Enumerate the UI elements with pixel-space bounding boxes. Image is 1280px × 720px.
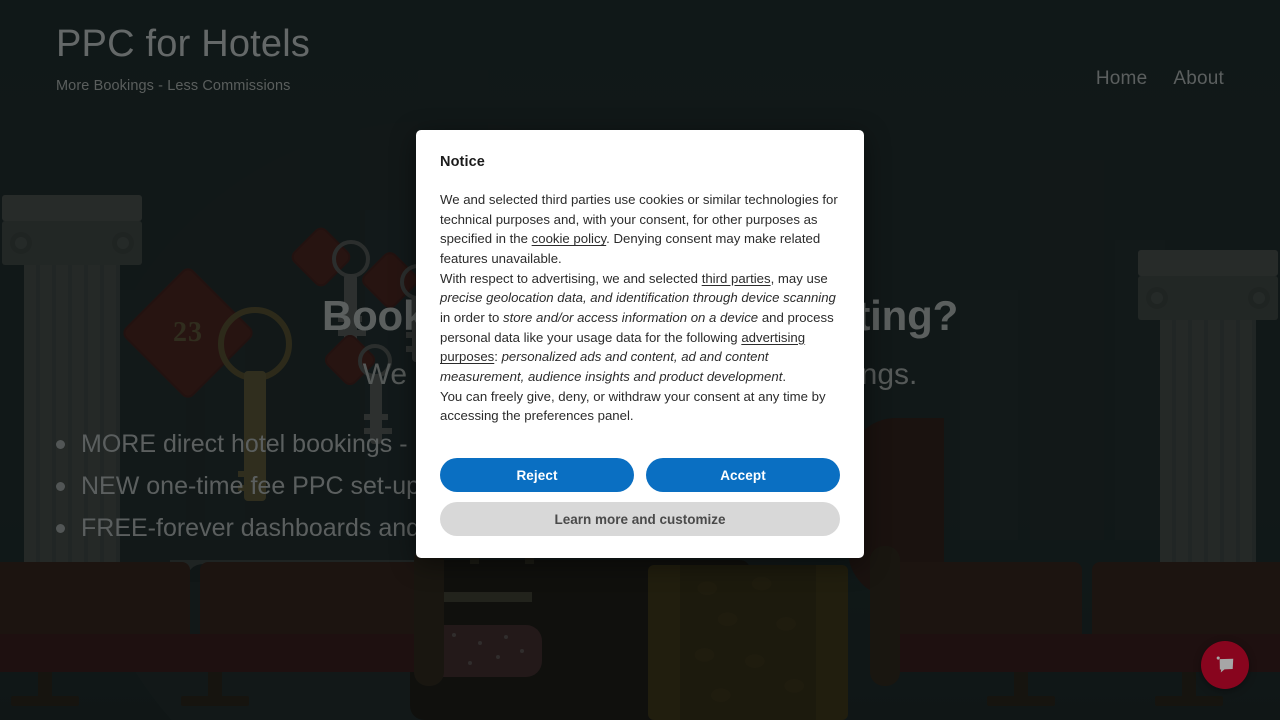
notice-emphasis: store and/or access information on a dev… [503,310,759,326]
notice-paragraph-1: We and selected third parties use cookie… [440,190,840,269]
dialog-body: We and selected third parties use cookie… [440,190,840,426]
third-parties-link[interactable]: third parties [702,271,771,286]
dialog-title: Notice [440,154,485,170]
page-root: 23 [0,0,1280,720]
notice-text: in order to [440,310,504,326]
notice-emphasis: precise geolocation data, and identifica… [440,290,836,306]
notice-paragraph-3: You can freely give, deny, or withdraw y… [440,387,840,426]
notice-text: You can freely give, deny, or withdraw y… [440,388,826,424]
cookie-policy-link[interactable]: cookie policy [532,231,607,246]
accept-button[interactable]: Accept [646,458,840,493]
notice-text: . [782,369,787,385]
notice-text: : [494,349,502,365]
learn-more-customize-button[interactable]: Learn more and customize [440,502,840,537]
notice-text: With respect to advertising, we and sele… [440,270,702,286]
notice-text: , may use [770,270,828,286]
reject-button[interactable]: Reject [440,458,634,493]
cookie-notice-dialog: Notice We and selected third parties use… [416,130,864,559]
notice-paragraph-2: With respect to advertising, we and sele… [440,269,840,387]
dialog-actions: Reject Accept [440,458,840,493]
